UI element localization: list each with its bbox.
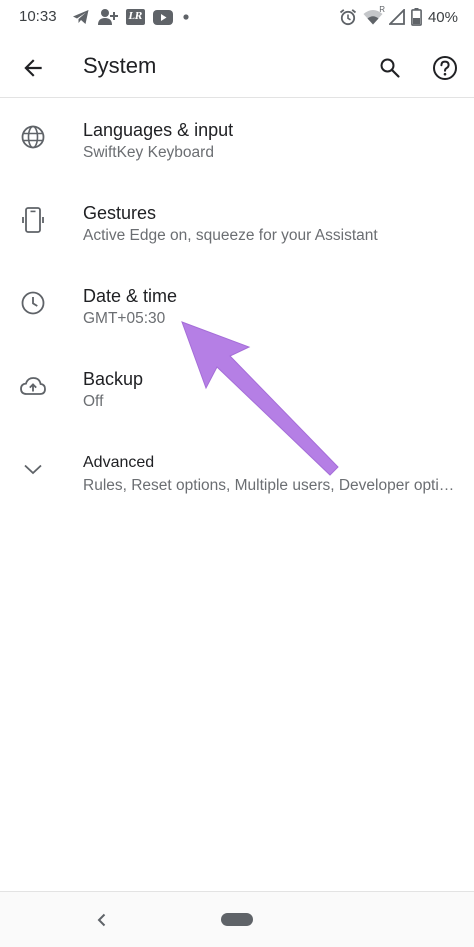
back-button[interactable] [14, 49, 52, 87]
status-right-icons: R 40% [333, 5, 458, 27]
settings-list: Languages & input SwiftKey Keyboard Gest… [0, 98, 474, 513]
add-person-icon [98, 8, 118, 26]
setting-summary: SwiftKey Keyboard [83, 144, 214, 161]
app-toolbar: System [0, 36, 474, 98]
battery-icon [411, 8, 422, 26]
nav-back-icon [97, 913, 106, 927]
setting-date-time[interactable]: Date & time GMT+05:30 [0, 264, 474, 347]
setting-summary: Active Edge on, squeeze for your Assista… [83, 227, 378, 244]
nav-back-button[interactable] [88, 906, 116, 934]
setting-title: Languages & input [83, 120, 234, 140]
signal-icon [388, 9, 405, 25]
telegram-icon [72, 9, 90, 25]
setting-languages-input[interactable]: Languages & input SwiftKey Keyboard [0, 98, 474, 181]
status-time: 10:33 [19, 8, 57, 25]
page-title: System [83, 53, 157, 78]
battery-percentage: 40% [427, 8, 458, 26]
globe-icon [19, 123, 47, 151]
status-left-icons: LR [72, 7, 199, 27]
cloud-upload-icon [19, 372, 47, 400]
lr-app-label: LR [128, 12, 143, 22]
notification-dot-icon [181, 12, 191, 22]
navigation-bar [0, 891, 474, 947]
setting-summary: Rules, Reset options, Multiple users, De… [83, 477, 455, 494]
wifi-icon: R [363, 5, 385, 25]
arrow-back-icon [24, 59, 42, 77]
chevron-down-icon [19, 455, 47, 483]
help-icon [433, 56, 457, 80]
setting-advanced[interactable]: Advanced Rules, Reset options, Multiple … [0, 430, 474, 513]
setting-summary: Off [83, 393, 104, 410]
setting-title: Date & time [83, 286, 178, 306]
setting-backup[interactable]: Backup Off [0, 347, 474, 430]
gestures-icon [19, 206, 47, 234]
status-bar: 10:33 LR R 40% [0, 0, 474, 36]
home-pill-icon[interactable] [221, 913, 253, 926]
setting-summary: GMT+05:30 [83, 310, 166, 327]
setting-title: Advanced [83, 454, 155, 471]
setting-gestures[interactable]: Gestures Active Edge on, squeeze for you… [0, 181, 474, 264]
setting-title: Gestures [83, 203, 157, 223]
youtube-icon [153, 9, 173, 25]
wifi-r-label: R [379, 5, 385, 14]
clock-icon [19, 289, 47, 317]
help-button[interactable] [426, 49, 464, 87]
search-icon [380, 58, 400, 78]
search-button[interactable] [371, 49, 409, 87]
lr-app-icon: LR [126, 9, 145, 25]
setting-title: Backup [83, 369, 144, 389]
alarm-icon [339, 8, 357, 26]
